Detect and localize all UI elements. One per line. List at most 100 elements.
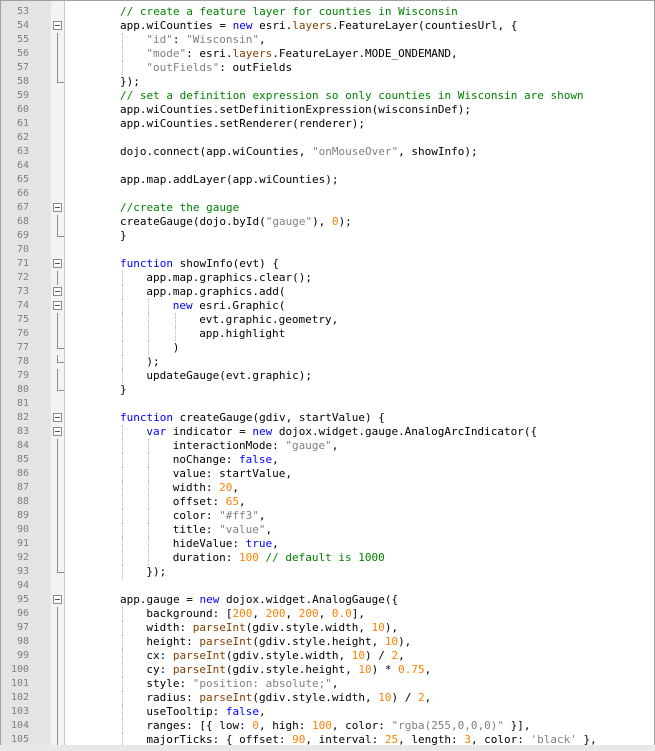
code-token: app.wiCounties.setDefinitionExpression(w…: [120, 103, 471, 116]
code-line[interactable]: 61 app.wiCounties.setRenderer(renderer);: [1, 117, 654, 131]
line-number: 82: [16, 412, 29, 423]
code-text: hideValue: true,: [173, 537, 279, 551]
code-line[interactable]: 101 style: "position: absolute;",: [1, 677, 654, 691]
fold-line: [57, 509, 58, 523]
code-token: "value": [219, 523, 266, 536]
code-line[interactable]: 71 function showInfo(evt) {: [1, 257, 654, 271]
code-text: title: "value",: [173, 523, 272, 537]
code-token: ) /: [364, 649, 392, 662]
code-line[interactable]: 76 app.highlight: [1, 327, 654, 341]
code-line[interactable]: 83 var indicator = new dojox.widget.gauge…: [1, 425, 654, 439]
fold-toggle-icon[interactable]: [53, 595, 62, 604]
code-line[interactable]: 96 background: [200, 200, 200, 0.0],: [1, 607, 654, 621]
code-token: false: [225, 705, 259, 718]
code-line[interactable]: 70: [1, 243, 654, 257]
code-line[interactable]: 68 createGauge(dojo.byId("gauge"), 0);: [1, 215, 654, 229]
code-line[interactable]: 64: [1, 159, 654, 173]
code-token: 100: [311, 719, 332, 732]
code-line[interactable]: 75 evt.graphic.geometry,: [1, 313, 654, 327]
code-token: 10: [358, 663, 372, 676]
code-line[interactable]: 86 value: startValue,: [1, 467, 654, 481]
fold-toggle-icon[interactable]: [53, 301, 62, 310]
code-line[interactable]: 92 duration: 100 // default is 1000: [1, 551, 654, 565]
code-line[interactable]: 103 useTooltip: false,: [1, 705, 654, 719]
code-line[interactable]: 82 function createGauge(gdiv, startValue)…: [1, 411, 654, 425]
code-line[interactable]: 60 app.wiCounties.setDefinitionExpression…: [1, 103, 654, 117]
indent-guide: [122, 425, 123, 439]
code-line[interactable]: 55 "id": "Wisconsin",: [1, 33, 654, 47]
fold-toggle-icon[interactable]: [53, 203, 62, 212]
indent-guide: [148, 313, 150, 327]
code-token: ,: [259, 705, 266, 718]
indent-guide: [122, 537, 123, 551]
fold-toggle-icon[interactable]: [53, 259, 62, 268]
fold-toggle-icon[interactable]: [53, 21, 62, 30]
code-token: ),: [384, 621, 399, 634]
code-token: parseInt: [199, 691, 253, 704]
code-line[interactable]: 77): [1, 341, 654, 355]
code-line[interactable]: 78);: [1, 355, 654, 369]
code-line[interactable]: 81: [1, 397, 654, 411]
horizontal-scrollbar[interactable]: [0, 745, 655, 751]
code-line[interactable]: 93});: [1, 565, 654, 579]
code-line[interactable]: 59 // set a definition expression so only…: [1, 89, 654, 103]
code-line[interactable]: 69}: [1, 229, 654, 243]
fold-line: [57, 705, 58, 719]
code-line[interactable]: 87 width: 20,: [1, 481, 654, 495]
code-line[interactable]: 79 updateGauge(evt.graphic);: [1, 369, 654, 383]
code-line[interactable]: 97 width: parseInt(gdiv.style.width, 10),: [1, 621, 654, 635]
code-line[interactable]: 73 app.map.graphics.add(: [1, 285, 654, 299]
code-line[interactable]: 94: [1, 579, 654, 593]
code-line[interactable]: 85 noChange: false,: [1, 453, 654, 467]
code-line[interactable]: 65 app.map.addLayer(app.wiCounties);: [1, 173, 654, 187]
code-line[interactable]: 98 height: parseInt(gdiv.style.height, 10…: [1, 635, 654, 649]
line-number: 91: [16, 538, 29, 549]
code-token: 0: [252, 719, 259, 732]
fold-toggle-icon[interactable]: [53, 427, 62, 436]
fold-line: [57, 327, 58, 341]
code-line[interactable]: 66: [1, 187, 654, 201]
code-line[interactable]: 90 title: "value",: [1, 523, 654, 537]
code-line[interactable]: 80}: [1, 383, 654, 397]
line-number: 83: [16, 426, 29, 437]
fold-line: [57, 551, 58, 565]
code-token: 0.75: [398, 663, 425, 676]
code-line[interactable]: 102 radius: parseInt(gdiv.style.width, 10…: [1, 691, 654, 705]
fold-end-marker: [57, 355, 64, 363]
code-line[interactable]: 99 cx: parseInt(gdiv.style.width, 10) / 2…: [1, 649, 654, 663]
code-text: radius: parseInt(gdiv.style.width, 10) /…: [146, 691, 431, 705]
fold-toggle-icon[interactable]: [53, 413, 62, 422]
code-line[interactable]: 72 app.map.graphics.clear();: [1, 271, 654, 285]
code-line[interactable]: 84 interactionMode: "gauge",: [1, 439, 654, 453]
code-line[interactable]: 89 color: "#ff3",: [1, 509, 654, 523]
code-line[interactable]: 62: [1, 131, 654, 145]
code-token: parseInt: [172, 663, 226, 676]
line-number: 62: [16, 132, 29, 143]
code-line[interactable]: 58});: [1, 75, 654, 89]
code-line[interactable]: 54 app.wiCounties = new esri.layers.Featu…: [1, 19, 654, 33]
line-number: 78: [16, 356, 29, 367]
code-token: function: [120, 257, 173, 270]
code-line[interactable]: 95 app.gauge = new dojox.widget.AnalogGau…: [1, 593, 654, 607]
code-line[interactable]: 57 "outFields": outFields: [1, 61, 654, 75]
code-line[interactable]: 67 //create the gauge: [1, 201, 654, 215]
code-token: }],: [504, 719, 531, 732]
code-token: 10: [378, 691, 392, 704]
indent-guide: [122, 327, 123, 341]
code-line[interactable]: 63 dojo.connect(app.wiCounties, "onMouseO…: [1, 145, 654, 159]
code-line[interactable]: 100 cy: parseInt(gdiv.style.height, 10) *…: [1, 663, 654, 677]
code-line[interactable]: 91 hideValue: true,: [1, 537, 654, 551]
code-text: createGauge(dojo.byId("gauge"), 0);: [120, 215, 352, 229]
code-line[interactable]: 88 offset: 65,: [1, 495, 654, 509]
code-line[interactable]: 74 new esri.Graphic(: [1, 299, 654, 313]
fold-toggle-icon[interactable]: [53, 287, 62, 296]
code-line[interactable]: 56 "mode": esri.layers.FeatureLayer.MODE_…: [1, 47, 654, 61]
code-line[interactable]: 104 ranges: [{ low: 0, high: 100, color: …: [1, 719, 654, 733]
code-token: dojox.widget.AnalogGauge({: [219, 593, 399, 606]
indent-guide: [148, 453, 150, 467]
code-token: 10: [371, 621, 385, 634]
code-editor[interactable]: 53 // create a feature layer for counties…: [0, 0, 655, 746]
code-line[interactable]: 53 // create a feature layer for counties…: [1, 5, 654, 19]
code-text: interactionMode: "gauge",: [173, 439, 339, 453]
code-token: app.wiCounties.setRenderer(renderer);: [120, 117, 366, 130]
